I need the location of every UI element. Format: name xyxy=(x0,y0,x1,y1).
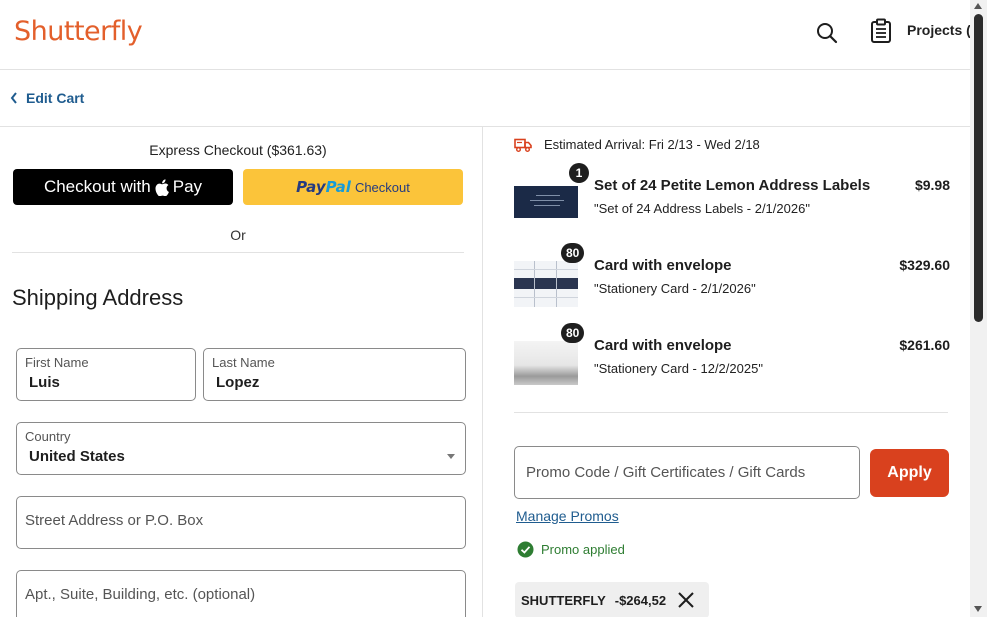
paypal-button[interactable]: PayPal Checkout xyxy=(243,169,463,205)
page-scrollbar[interactable] xyxy=(970,0,987,617)
apple-logo-icon xyxy=(155,178,169,196)
chevron-left-icon xyxy=(10,92,17,104)
apt-suite-field[interactable]: Apt., Suite, Building, etc. (optional) xyxy=(16,570,466,617)
item-name: Card with envelope xyxy=(594,337,732,354)
last-name-label: Last Name xyxy=(212,355,275,370)
promo-code-input[interactable]: Promo Code / Gift Certificates / Gift Ca… xyxy=(514,446,860,499)
first-name-value: Luis xyxy=(29,374,60,391)
manage-promos-link[interactable]: Manage Promos xyxy=(516,508,619,524)
item-name: Set of 24 Petite Lemon Address Labels xyxy=(594,177,871,194)
chevron-down-icon xyxy=(447,454,455,459)
shipping-address-title: Shipping Address xyxy=(12,285,184,310)
search-icon[interactable] xyxy=(815,21,839,45)
scroll-down-arrow-icon[interactable] xyxy=(974,606,982,612)
site-header: Shutterfly Projects (3 xyxy=(0,0,970,70)
country-label: Country xyxy=(25,429,71,444)
express-checkout-label: Express Checkout ($361.63) xyxy=(149,142,327,158)
cart-item: 80 Card with envelope "Stationery Card -… xyxy=(514,323,950,385)
street-address-placeholder: Street Address or P.O. Box xyxy=(25,512,204,529)
cart-item: 1 Set of 24 Petite Lemon Address Labels … xyxy=(514,163,950,225)
apple-pay-suffix: Pay xyxy=(172,177,203,196)
country-value: United States xyxy=(29,448,125,465)
paypal-logo: PayPal xyxy=(296,178,351,196)
quantity-badge: 80 xyxy=(561,323,585,343)
street-address-field[interactable]: Street Address or P.O. Box xyxy=(16,496,466,549)
last-name-value: Lopez xyxy=(216,374,260,391)
first-name-field[interactable]: First Name Luis xyxy=(16,348,196,401)
delivery-truck-icon xyxy=(514,138,532,152)
cart-item: 80 Card with envelope "Stationery Card -… xyxy=(514,243,950,307)
stationery-card-thumbnail xyxy=(514,261,578,307)
separator-line xyxy=(12,252,464,253)
or-separator: Or xyxy=(230,227,246,243)
item-name: Card with envelope xyxy=(594,257,732,274)
summary-divider xyxy=(514,412,948,413)
checkout-subbar: Edit Cart xyxy=(0,70,970,127)
close-icon[interactable] xyxy=(677,591,695,609)
apple-pay-prefix: Checkout with xyxy=(43,177,151,196)
paypal-checkout-label: Checkout xyxy=(354,179,410,195)
item-description: "Stationery Card - 2/1/2026" xyxy=(594,281,756,296)
item-price: $261.60 xyxy=(899,337,950,353)
edit-cart-link[interactable]: Edit Cart xyxy=(10,90,84,106)
edit-cart-label: Edit Cart xyxy=(26,90,85,106)
item-description: "Set of 24 Address Labels - 2/1/2026" xyxy=(594,201,810,216)
scroll-up-arrow-icon[interactable] xyxy=(974,3,982,9)
shutterfly-logo[interactable]: Shutterfly xyxy=(14,16,143,47)
estimated-arrival-text: Estimated Arrival: Fri 2/13 - Wed 2/18 xyxy=(544,137,760,152)
column-divider xyxy=(482,127,483,617)
promo-applied-status: Promo applied xyxy=(517,541,625,558)
apple-pay-button[interactable]: Checkout with Pay xyxy=(13,169,233,205)
promo-applied-text: Promo applied xyxy=(541,542,625,557)
applied-promo-chip: SHUTTERFLY -$264,52 xyxy=(515,582,709,617)
last-name-field[interactable]: Last Name Lopez xyxy=(203,348,466,401)
promo-code: SHUTTERFLY xyxy=(521,592,606,608)
country-select[interactable]: Country United States xyxy=(16,422,466,475)
estimated-arrival: Estimated Arrival: Fri 2/13 - Wed 2/18 xyxy=(514,137,760,152)
stationery-card-thumbnail xyxy=(514,341,578,385)
promo-code-placeholder: Promo Code / Gift Certificates / Gift Ca… xyxy=(526,464,806,481)
projects-link[interactable]: Projects (3 xyxy=(907,22,970,38)
quantity-badge: 80 xyxy=(561,243,585,263)
apply-promo-button[interactable]: Apply xyxy=(870,449,949,497)
address-labels-thumbnail xyxy=(514,186,578,218)
item-description: "Stationery Card - 12/2/2025" xyxy=(594,361,763,376)
item-price: $9.98 xyxy=(914,177,950,193)
promo-discount: -$264,52 xyxy=(614,592,667,608)
check-circle-icon xyxy=(517,541,534,558)
first-name-label: First Name xyxy=(25,355,89,370)
apt-suite-placeholder: Apt., Suite, Building, etc. (optional) xyxy=(25,586,256,603)
clipboard-icon[interactable] xyxy=(869,18,893,44)
quantity-badge: 1 xyxy=(569,163,589,183)
item-price: $329.60 xyxy=(899,257,950,273)
scrollbar-thumb[interactable] xyxy=(974,14,983,322)
